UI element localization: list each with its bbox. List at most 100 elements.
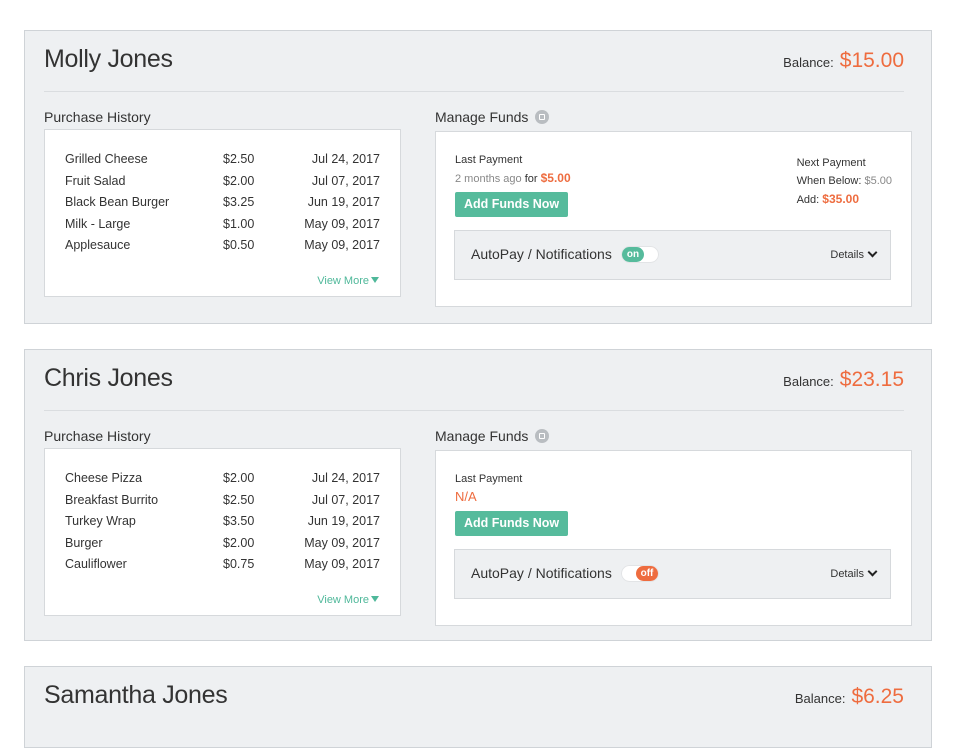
purchase-price: $2.00: [223, 536, 255, 550]
last-payment-label: Last Payment: [455, 473, 523, 485]
purchase-date: May 09, 2017: [304, 238, 380, 252]
details-link[interactable]: Details: [830, 566, 878, 580]
info-icon[interactable]: [535, 110, 550, 124]
balance-label: Balance:: [783, 55, 834, 70]
next-payment-label: Next Payment: [796, 157, 866, 169]
chevron-down-icon: [867, 247, 878, 258]
autopay-notifications-bar[interactable]: AutoPay / Notifications off Details: [454, 549, 891, 599]
purchase-row: Turkey Wrap $3.50 Jun 19, 2017: [65, 514, 380, 535]
next-add: Add: $35.00: [797, 190, 892, 209]
next-payment: Next Payment When Below: $5.00 Add: $35.…: [797, 154, 892, 209]
last-payment-for: for: [524, 173, 538, 185]
purchase-item: Milk - Large: [65, 217, 131, 231]
manage-funds-label: Manage Funds: [435, 428, 529, 444]
purchase-price: $3.25: [223, 195, 255, 209]
purchase-row: Black Bean Burger $3.25 Jun 19, 2017: [65, 195, 380, 216]
card-header: Chris Jones Balance: $23.15: [44, 362, 904, 411]
purchase-date: May 09, 2017: [304, 217, 380, 231]
balance-label: Balance:: [794, 691, 846, 706]
balance: Balance: $15.00: [783, 49, 904, 73]
purchase-item: Grilled Cheese: [65, 152, 148, 166]
purchase-item: Breakfast Burrito: [65, 493, 159, 507]
purchase-row: Cheese Pizza $2.00 Jul 24, 2017: [65, 471, 380, 492]
view-more-link[interactable]: View More: [317, 594, 379, 606]
add-funds-button[interactable]: Add Funds Now: [455, 192, 569, 217]
purchase-row: Cauliflower $0.75 May 09, 2017: [65, 557, 380, 578]
student-card-chris: Chris Jones Balance: $23.15 Purchase Hist…: [24, 349, 932, 641]
autopay-notifications-bar[interactable]: AutoPay / Notifications on Details: [454, 230, 891, 280]
purchase-row: Milk - Large $1.00 May 09, 2017: [65, 217, 380, 238]
purchase-item: Burger: [65, 536, 103, 550]
student-name: Samantha Jones: [44, 681, 228, 709]
purchase-date: Jul 07, 2017: [311, 174, 380, 188]
chevron-down-icon: [867, 566, 878, 577]
add-label: Add:: [796, 194, 820, 206]
purchase-date: Jun 19, 2017: [307, 195, 380, 209]
purchase-price: $2.00: [223, 471, 255, 485]
purchase-price: $2.00: [223, 174, 255, 188]
purchase-row: Breakfast Burrito $2.50 Jul 07, 2017: [65, 493, 380, 514]
details-link[interactable]: Details: [830, 247, 878, 261]
add-funds-button[interactable]: Add Funds Now: [455, 511, 569, 536]
purchase-item: Fruit Salad: [65, 174, 126, 188]
balance: Balance: $23.15: [783, 368, 904, 392]
caret-down-icon: [371, 277, 379, 283]
purchase-row: Fruit Salad $2.00 Jul 07, 2017: [65, 174, 380, 195]
details-label: Details: [830, 568, 864, 580]
purchase-row: Applesauce $0.50 May 09, 2017: [65, 238, 380, 259]
caret-down-icon: [371, 596, 379, 602]
purchase-item: Applesauce: [65, 238, 131, 252]
last-payment-amount: $5.00: [540, 171, 571, 185]
view-more-label: View More: [317, 594, 369, 606]
purchase-price: $2.50: [223, 152, 255, 166]
card-header: Molly Jones Balance: $15.00: [44, 43, 904, 92]
student-name: Molly Jones: [44, 45, 173, 73]
view-more-link[interactable]: View More: [317, 275, 379, 287]
balance-label: Balance:: [783, 374, 834, 389]
manage-funds-title: Manage Funds: [435, 428, 550, 444]
last-payment-detail: 2 months ago for $5.00: [455, 171, 571, 185]
purchase-price: $2.50: [223, 493, 255, 507]
purchase-item: Turkey Wrap: [65, 514, 136, 528]
purchase-price: $3.50: [223, 514, 255, 528]
view-more-label: View More: [317, 275, 369, 287]
autopay-toggle[interactable]: off: [621, 565, 659, 582]
purchase-date: May 09, 2017: [304, 536, 380, 550]
purchase-row: Grilled Cheese $2.50 Jul 24, 2017: [65, 152, 380, 173]
details-label: Details: [830, 249, 864, 261]
purchase-price: $0.75: [223, 557, 255, 571]
purchase-history-list: Grilled Cheese $2.50 Jul 24, 2017 Fruit …: [44, 129, 401, 297]
balance: Balance: $6.25: [795, 685, 904, 709]
purchase-date: Jul 24, 2017: [311, 471, 380, 485]
purchase-history-title: Purchase History: [44, 109, 151, 125]
balance-amount: $6.25: [851, 685, 904, 708]
purchase-row: Burger $2.00 May 09, 2017: [65, 536, 380, 557]
purchase-item: Black Bean Burger: [65, 195, 170, 209]
purchase-history-title: Purchase History: [44, 428, 151, 444]
purchase-date: Jul 07, 2017: [311, 493, 380, 507]
autopay-toggle[interactable]: on: [621, 246, 659, 263]
purchase-price: $0.50: [223, 238, 255, 252]
balance-amount: $23.15: [839, 368, 904, 391]
purchase-item: Cheese Pizza: [65, 471, 143, 485]
toggle-state: on: [622, 247, 644, 262]
manage-funds-panel: Last Payment 2 months ago for $5.00 Add …: [435, 131, 912, 307]
purchase-date: May 09, 2017: [304, 557, 380, 571]
last-payment-na: N/A: [455, 489, 477, 504]
purchase-date: Jun 19, 2017: [307, 514, 380, 528]
manage-funds-panel: Last Payment N/A Add Funds Now AutoPay /…: [435, 450, 912, 626]
student-name: Chris Jones: [44, 364, 173, 392]
when-below-value: $5.00: [864, 175, 892, 187]
purchase-history-list: Cheese Pizza $2.00 Jul 24, 2017 Breakfas…: [44, 448, 401, 616]
autopay-label: AutoPay / Notifications: [471, 246, 612, 262]
add-value: $35.00: [822, 192, 859, 206]
toggle-state: off: [636, 566, 658, 581]
purchase-item: Cauliflower: [65, 557, 127, 571]
purchase-price: $1.00: [223, 217, 255, 231]
last-payment-ago: 2 months ago: [455, 173, 522, 185]
student-card-samantha: Samantha Jones Balance: $6.25: [24, 666, 932, 748]
next-when-below: When Below: $5.00: [797, 172, 892, 190]
when-below-label: When Below:: [796, 175, 862, 187]
autopay-label: AutoPay / Notifications: [471, 565, 612, 581]
info-icon[interactable]: [535, 429, 550, 443]
